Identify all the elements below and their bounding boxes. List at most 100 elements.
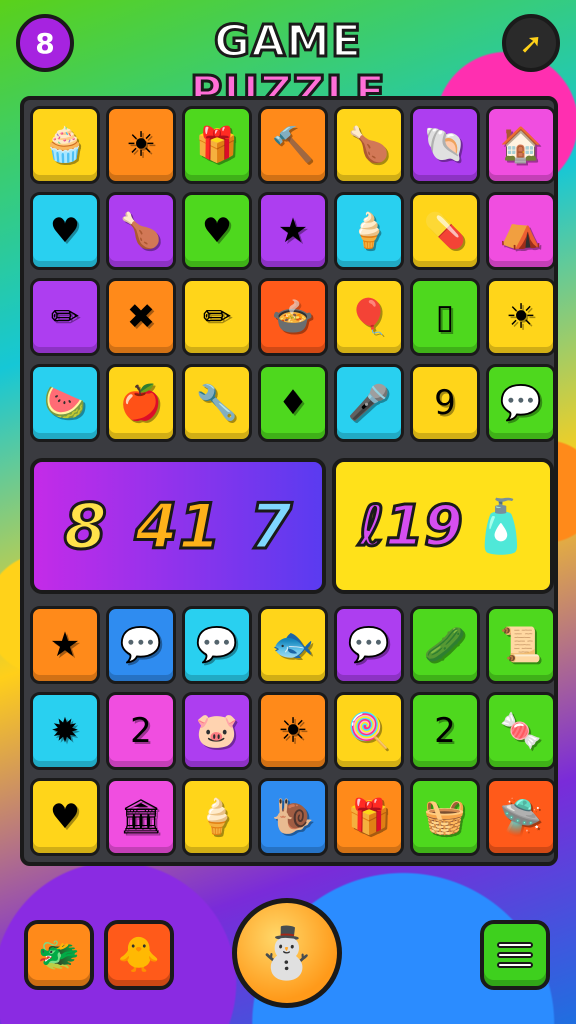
score-banner: 8 41 7 — [30, 458, 326, 594]
board-tile[interactable]: 2 — [106, 692, 176, 770]
board-tile[interactable]: 🔨 — [258, 106, 328, 184]
tile-icon: 🍭 — [347, 711, 391, 751]
board-tile[interactable]: ★ — [258, 192, 328, 270]
tile-icon: 🍗 — [347, 125, 391, 165]
board-tile[interactable]: ⛺ — [486, 192, 556, 270]
tile-icon: ☀ — [277, 711, 309, 751]
settings-badge-icon: 8 — [35, 26, 55, 60]
board-tile[interactable]: 💊 — [410, 192, 480, 270]
board-tile[interactable]: 🍭 — [334, 692, 404, 770]
board-tile[interactable]: 🍦 — [334, 192, 404, 270]
board-tile[interactable]: ✏ — [182, 278, 252, 356]
board-tile[interactable]: ✖ — [106, 278, 176, 356]
hint-button[interactable]: ➚ — [502, 14, 560, 72]
board-tile[interactable]: ♦ — [258, 364, 328, 442]
board-tile[interactable]: 🎤 — [334, 364, 404, 442]
tile-icon: 🍎 — [119, 383, 163, 423]
tile-icon: ♥ — [201, 211, 233, 251]
tile-icon: 🔧 — [195, 383, 239, 423]
tile-icon: 2 — [434, 711, 456, 751]
board-tile[interactable]: 9 — [410, 364, 480, 442]
board-tile[interactable]: ✏ — [30, 278, 100, 356]
board-tile[interactable]: 💬 — [182, 606, 252, 684]
tile-icon: 🍬 — [499, 711, 543, 751]
tile-icon: 🐚 — [423, 125, 467, 165]
tile-icon: ★ — [277, 211, 309, 251]
banner-number-2: 41 — [133, 488, 222, 564]
board-tile[interactable]: ☀ — [258, 692, 328, 770]
menu-icon — [497, 938, 533, 972]
tile-icon: 🎁 — [347, 797, 391, 837]
board-tile[interactable]: 💬 — [106, 606, 176, 684]
board-tile[interactable]: ✹ — [30, 692, 100, 770]
board-tile[interactable]: 🐟 — [258, 606, 328, 684]
board-tile[interactable]: 🐚 — [410, 106, 480, 184]
tile-icon: 🛸 — [499, 797, 543, 837]
board-tile[interactable]: 🧺 — [410, 778, 480, 856]
board-tile[interactable]: ♥ — [30, 778, 100, 856]
board-tile[interactable]: 🍗 — [106, 192, 176, 270]
board-tile[interactable]: ▯ — [410, 278, 480, 356]
board-tile[interactable]: 🍬 — [486, 692, 556, 770]
tile-icon: 🧺 — [423, 797, 467, 837]
board-tile[interactable]: 📜 — [486, 606, 556, 684]
tile-icon: ♥ — [49, 211, 81, 251]
board-tile[interactable]: ☀ — [106, 106, 176, 184]
tile-icon: 💬 — [195, 625, 239, 665]
tile-icon: 💬 — [119, 625, 163, 665]
tile-icon: ♥ — [49, 797, 81, 837]
dragon-icon: 🐲 — [37, 935, 81, 975]
menu-button[interactable] — [480, 920, 550, 990]
tile-icon: 🍲 — [271, 297, 315, 337]
board-tile[interactable]: ☀ — [486, 278, 556, 356]
tile-icon: 🎁 — [195, 125, 239, 165]
board-tile[interactable]: 🥒 — [410, 606, 480, 684]
board-tile[interactable]: 🍎 — [106, 364, 176, 442]
board-tile[interactable]: 🏠 — [486, 106, 556, 184]
board-tile[interactable]: 🍗 — [334, 106, 404, 184]
tile-icon: 🥒 — [423, 625, 467, 665]
bottle-icon: 🧴 — [468, 496, 534, 557]
play-button[interactable]: ⛄ — [232, 898, 342, 1008]
tile-icon: ⛺ — [499, 211, 543, 251]
level-banner: ℓ19 🧴 — [332, 458, 554, 594]
tile-icon: 🎤 — [347, 383, 391, 423]
tile-icon: 🍦 — [347, 211, 391, 251]
board-tile[interactable]: ♥ — [182, 192, 252, 270]
board-tile[interactable]: 🍦 — [182, 778, 252, 856]
powerup-button-1[interactable]: 🐲 — [24, 920, 94, 990]
board-tile[interactable]: ★ — [30, 606, 100, 684]
board-tile[interactable]: 🍉 — [30, 364, 100, 442]
tile-icon: 2 — [130, 711, 152, 751]
tile-icon: 🏠 — [499, 125, 543, 165]
character-icon: ⛄ — [255, 923, 319, 982]
banner-number-1: 8 — [62, 488, 108, 564]
board-tile[interactable]: 🐌 — [258, 778, 328, 856]
settings-button[interactable]: 8 — [16, 14, 74, 72]
board-tile[interactable]: 🛸 — [486, 778, 556, 856]
board-tile[interactable]: 💬 — [486, 364, 556, 442]
board-tile[interactable]: 🐷 — [182, 692, 252, 770]
tile-icon: 🧁 — [43, 125, 87, 165]
cursor-arrow-icon: ➚ — [519, 26, 543, 60]
board-tile[interactable]: 2 — [410, 692, 480, 770]
board-tile[interactable]: 🎈 — [334, 278, 404, 356]
board-tile[interactable]: 🏛 — [106, 778, 176, 856]
board-tile[interactable]: 🍲 — [258, 278, 328, 356]
chick-icon: 🐥 — [117, 935, 161, 975]
tile-icon: 🍉 — [43, 383, 87, 423]
tile-icon: ✏ — [50, 297, 80, 337]
board-tile[interactable]: 💬 — [334, 606, 404, 684]
board-tile[interactable]: 🔧 — [182, 364, 252, 442]
tile-icon: ♦ — [277, 383, 309, 423]
board-tile[interactable]: ♥ — [30, 192, 100, 270]
tile-icon: ☀ — [505, 297, 537, 337]
board-tile[interactable]: 🎁 — [182, 106, 252, 184]
powerup-button-2[interactable]: 🐥 — [104, 920, 174, 990]
tile-icon: 💬 — [347, 625, 391, 665]
tile-icon: ★ — [49, 625, 81, 665]
board-tile[interactable]: 🎁 — [334, 778, 404, 856]
tile-icon: 🐟 — [271, 625, 315, 665]
tile-icon: ✹ — [50, 711, 80, 751]
board-tile[interactable]: 🧁 — [30, 106, 100, 184]
